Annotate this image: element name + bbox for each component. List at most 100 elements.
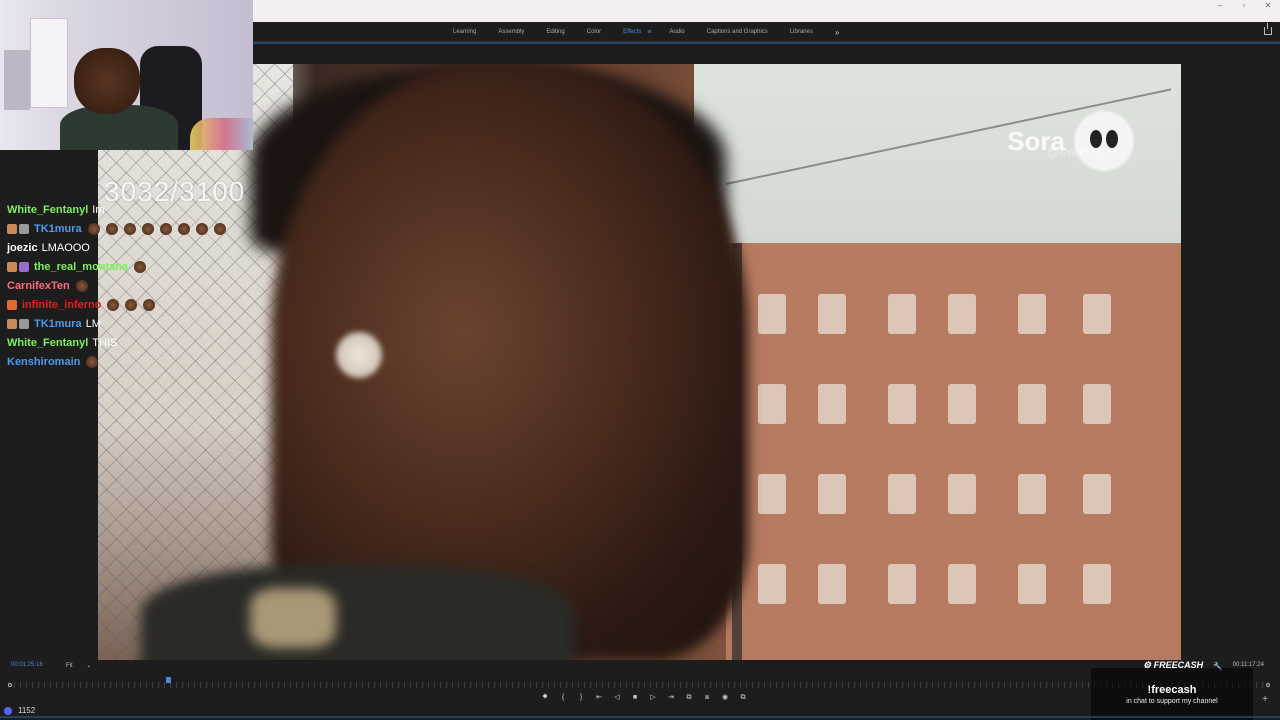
chat-emote-icon: [195, 222, 208, 235]
panel-focus-line: [253, 42, 1280, 44]
chat-badge-icon: [7, 299, 17, 310]
go-to-out-icon[interactable]: ⇥: [666, 693, 676, 703]
viewer-count: 1152: [4, 706, 35, 715]
video-window: [818, 294, 846, 334]
stream-chat: White_Fentanyl Im TK1mura joezic LMAOOO the_r…: [0, 200, 260, 371]
stop-icon[interactable]: ■: [630, 693, 640, 703]
chat-username[interactable]: CarnifexTen: [7, 280, 70, 292]
video-window: [948, 294, 976, 334]
video-window: [758, 474, 786, 514]
mark-in-icon[interactable]: {: [558, 693, 568, 703]
chat-username[interactable]: infinite_inferno: [22, 299, 101, 311]
tab-learning[interactable]: Learning: [453, 29, 476, 35]
video-window: [888, 564, 916, 604]
video-window: [1018, 564, 1046, 604]
chat-emote-icon: [105, 222, 118, 235]
tab-editing[interactable]: Editing: [546, 29, 564, 35]
chat-emote-icon: [177, 222, 190, 235]
insert-icon[interactable]: ⧉: [684, 693, 694, 703]
webcam-overlay: [0, 0, 253, 150]
chat-badge-icon: [7, 261, 17, 272]
more-workspaces-icon[interactable]: »: [835, 28, 839, 37]
video-window: [818, 564, 846, 604]
video-window: [1018, 384, 1046, 424]
step-back-icon[interactable]: ◁: [612, 693, 622, 703]
overwrite-icon[interactable]: ⧈: [702, 693, 712, 703]
video-window: [758, 294, 786, 334]
webcam-shelf: [4, 50, 30, 110]
chat-emote-icon: [141, 222, 154, 235]
go-to-in-icon[interactable]: ⇤: [594, 693, 604, 703]
window-controls: – ▫ ✕: [1208, 0, 1280, 12]
chat-username[interactable]: joezic: [7, 242, 38, 254]
maximize-button[interactable]: ▫: [1232, 0, 1256, 12]
chat-emote-icon: [87, 222, 100, 235]
chat-message: TK1mura: [0, 219, 260, 238]
export-icon[interactable]: [1264, 23, 1272, 35]
chat-message: White_Fentanyl THIS: [0, 333, 260, 352]
chat-username[interactable]: White_Fentanyl: [7, 204, 88, 216]
chat-username[interactable]: Kenshiromain: [7, 356, 80, 368]
webcam-person: [74, 48, 140, 114]
chat-message: TK1mura LM: [0, 314, 260, 333]
chat-username[interactable]: TK1mura: [34, 223, 82, 235]
chat-username[interactable]: White_Fentanyl: [7, 337, 88, 349]
workspace-tabs: Learning Assembly Editing Color Effects ≡ Audi…: [453, 22, 839, 42]
current-timecode[interactable]: 00:01:25:16: [11, 662, 43, 668]
video-shirt: [141, 564, 575, 660]
workspace-menu-icon[interactable]: ≡: [647, 29, 651, 36]
video-window: [818, 474, 846, 514]
zoom-fit-select[interactable]: Fit ⌄: [66, 662, 91, 669]
video-window: [1083, 564, 1111, 604]
viewers-icon: [4, 706, 12, 715]
video-window: [888, 474, 916, 514]
tab-effects[interactable]: Effects: [623, 29, 641, 35]
button-editor-add-icon[interactable]: +: [1262, 694, 1268, 705]
chat-message: CarnifexTen: [0, 276, 260, 295]
chat-badge-icon: [7, 318, 17, 329]
tab-assembly[interactable]: Assembly: [498, 29, 524, 35]
step-forward-icon[interactable]: ▷: [648, 693, 658, 703]
export-frame-icon[interactable]: ◉: [720, 693, 730, 703]
chat-username[interactable]: the_real_montana: [34, 261, 128, 273]
bottom-divider: [0, 716, 1280, 718]
video-window: [948, 474, 976, 514]
video-window: [888, 384, 916, 424]
out-point-handle[interactable]: [1266, 683, 1270, 687]
video-window: [1018, 474, 1046, 514]
minimize-button[interactable]: –: [1208, 0, 1232, 12]
compare-icon[interactable]: ⧉: [738, 693, 748, 703]
chat-badge-icon: [7, 223, 17, 234]
video-chain: [249, 588, 337, 649]
transport-controls: ⯁ {} ⇤ ◁ ■ ▷ ⇥ ⧉ ⧈ ◉ ⧉: [540, 693, 748, 703]
sora-watermark: Sora: [1007, 112, 1133, 170]
video-window: [1083, 474, 1111, 514]
tab-captions-and-graphics[interactable]: Captions and Graphics: [707, 29, 768, 35]
in-point-handle[interactable]: [8, 683, 12, 687]
time-ruler[interactable]: [8, 682, 1270, 688]
chat-text: LMAOOO: [41, 241, 90, 254]
close-button[interactable]: ✕: [1256, 0, 1280, 12]
sora-logo-icon: [1075, 112, 1133, 170]
tab-color[interactable]: Color: [587, 29, 601, 35]
chat-emote-icon: [134, 260, 147, 273]
freecash-subtitle: in chat to support my channel: [1126, 698, 1218, 705]
chat-text: THIS: [92, 336, 118, 349]
chevron-down-icon: ⌄: [86, 663, 92, 669]
add-marker-icon[interactable]: ⯁: [540, 693, 550, 703]
video-window: [1083, 384, 1111, 424]
chat-emote-icon: [123, 222, 136, 235]
playhead[interactable]: [165, 677, 171, 683]
tab-libraries[interactable]: Libraries: [790, 29, 813, 35]
chat-emote-icon: [143, 298, 156, 311]
webcam-door: [30, 18, 68, 108]
mark-out-icon[interactable]: }: [576, 693, 586, 703]
tab-audio[interactable]: Audio: [669, 29, 684, 35]
chat-text: LM: [85, 317, 101, 330]
video-window: [758, 384, 786, 424]
chat-message: White_Fentanyl Im: [0, 200, 260, 219]
chat-username[interactable]: TK1mura: [34, 318, 82, 330]
chat-text: Im: [92, 203, 105, 216]
zoom-fit-label: Fit: [66, 663, 73, 669]
viewer-count-value: 1152: [18, 706, 36, 715]
